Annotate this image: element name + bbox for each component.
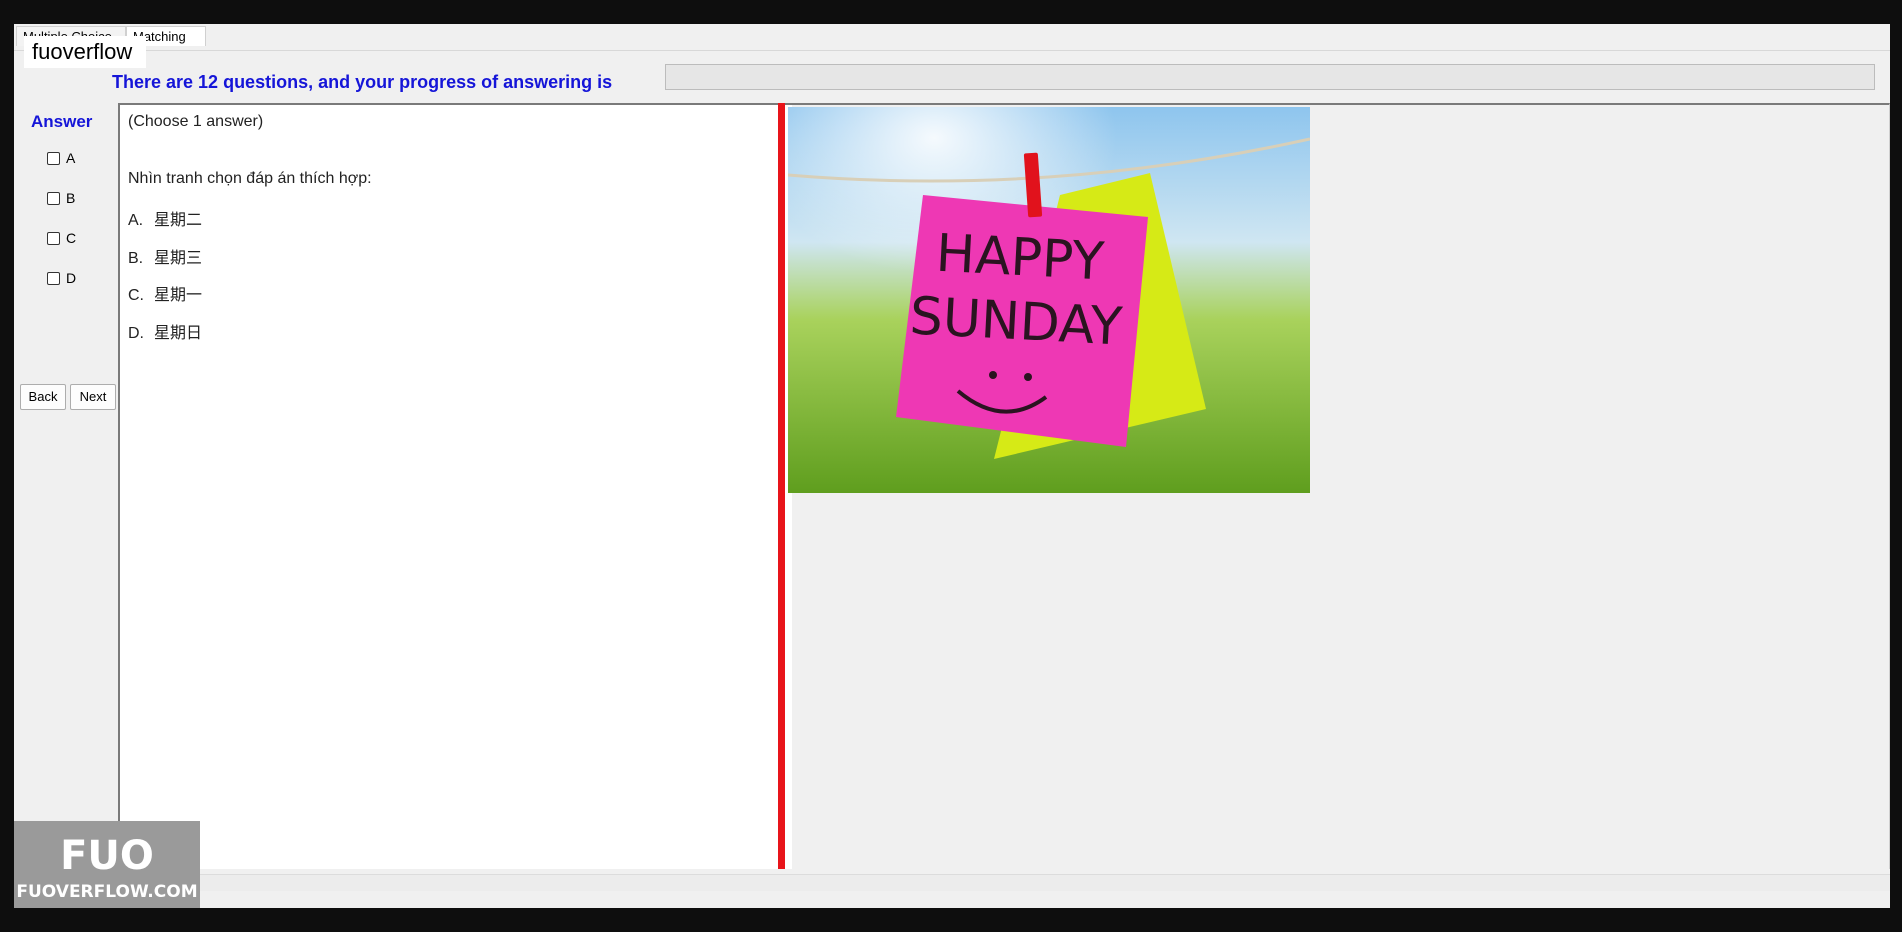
- watermark-logo: FUO: [60, 833, 154, 879]
- question-instruction: (Choose 1 answer): [128, 113, 264, 130]
- answer-option-label: C: [66, 230, 77, 246]
- option-letter: D.: [128, 325, 144, 342]
- answer-title: Answer: [31, 112, 93, 131]
- back-button[interactable]: Back: [20, 384, 66, 410]
- option-text: 星期三: [154, 250, 203, 267]
- answer-option-b[interactable]: B: [47, 189, 75, 207]
- answer-checkbox-a[interactable]: [47, 151, 60, 165]
- answer-option-label: D: [66, 270, 77, 286]
- fuoverflow-watermark: FUO FUOVERFLOW.COM: [14, 821, 200, 908]
- question-option-b: B. 星期三: [128, 244, 202, 268]
- status-strip: [14, 874, 1890, 891]
- answer-option-label: B: [66, 190, 76, 206]
- quiz-window: Multiple Choice Matching fuoverflow Ther…: [14, 24, 1890, 908]
- option-letter: A.: [128, 212, 144, 229]
- answer-option-a[interactable]: A: [47, 149, 75, 167]
- answer-checkbox-d[interactable]: [47, 271, 60, 285]
- option-text: 星期日: [154, 325, 203, 342]
- watermark-site: FUOVERFLOW.COM: [16, 882, 197, 902]
- answer-option-label: A: [66, 150, 76, 166]
- picture-text-line1: HAPPY: [934, 224, 1105, 293]
- question-option-c: C. 星期一: [128, 281, 202, 305]
- option-letter: B.: [128, 250, 144, 267]
- tab-strip: Multiple Choice Matching: [14, 24, 1890, 51]
- option-text: 星期一: [154, 287, 203, 304]
- answer-checkbox-c[interactable]: [47, 231, 60, 245]
- answer-checkbox-b[interactable]: [47, 191, 60, 205]
- progress-text: There are 12 questions, and your progres…: [112, 72, 613, 92]
- answer-option-d[interactable]: D: [47, 269, 76, 287]
- question-option-d: D. 星期日: [128, 319, 202, 343]
- question-picture: HAPPY SUNDAY: [788, 107, 1310, 493]
- next-button[interactable]: Next: [70, 384, 116, 410]
- answer-option-c[interactable]: C: [47, 229, 76, 247]
- option-letter: C.: [128, 287, 144, 304]
- progress-bar: [665, 64, 1875, 90]
- option-text: 星期二: [154, 212, 203, 229]
- overlay-label: fuoverflow: [24, 36, 147, 68]
- question-panel: (Choose 1 answer) Nhìn tranh chọn đáp án…: [118, 103, 792, 869]
- image-panel: HAPPY SUNDAY: [785, 103, 1890, 869]
- panel-divider[interactable]: [778, 103, 785, 869]
- question-prompt: Nhìn tranh chọn đáp án thích hợp:: [128, 170, 372, 187]
- picture-text-line2: SUNDAY: [908, 286, 1123, 357]
- question-option-a: A. 星期二: [128, 206, 202, 230]
